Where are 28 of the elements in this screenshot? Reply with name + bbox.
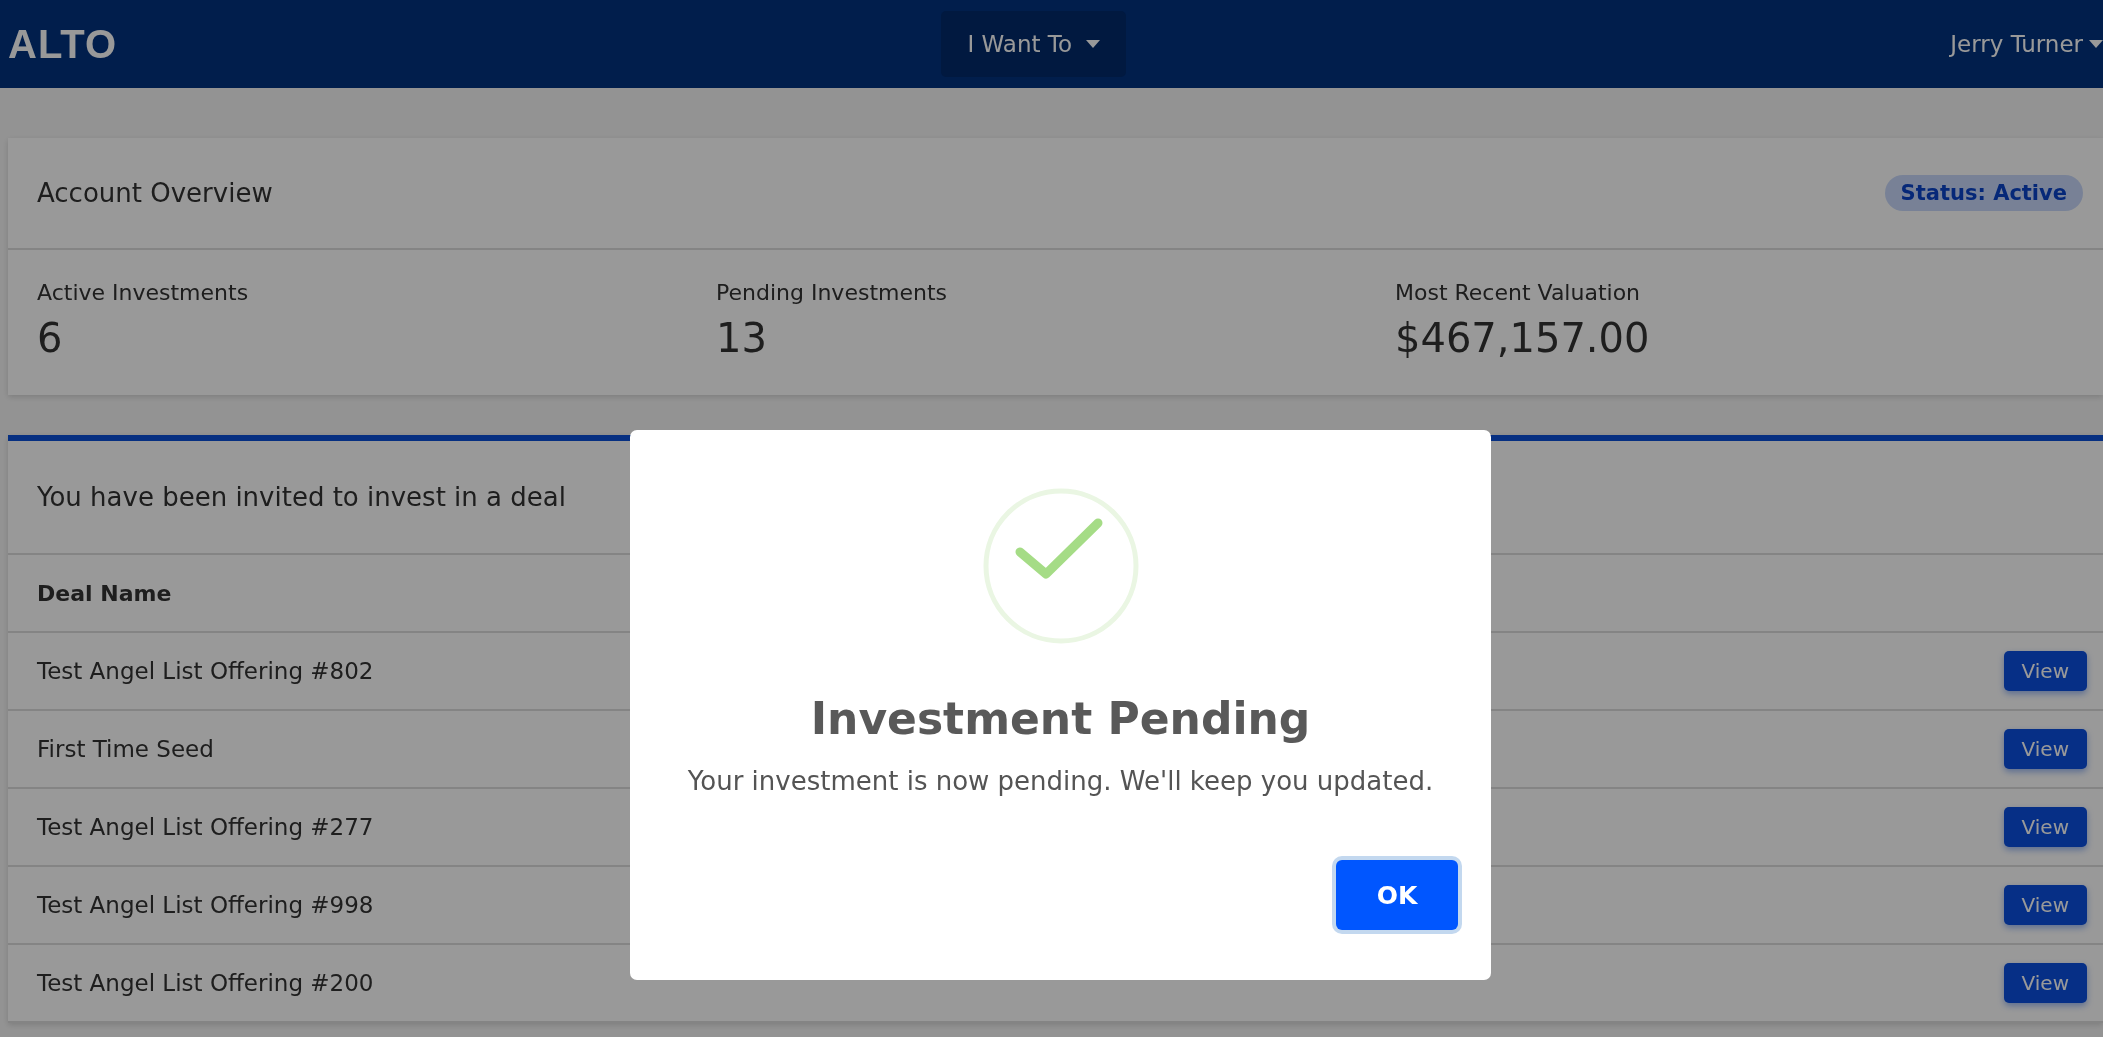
stat-value: $467,157.00 bbox=[1395, 315, 1651, 361]
view-button[interactable]: View bbox=[2003, 963, 2087, 1003]
table-cell: Test Angel List Offering #998 bbox=[37, 892, 374, 918]
stat-label: Active Investments bbox=[37, 280, 250, 305]
column-header: Deal Name bbox=[37, 580, 172, 606]
success-check-icon bbox=[981, 487, 1140, 645]
caret-icon bbox=[1086, 40, 1100, 48]
view-button[interactable]: View bbox=[2003, 651, 2087, 691]
stat-value: 6 bbox=[37, 315, 64, 361]
table-cell: Test Angel List Offering #200 bbox=[37, 970, 374, 996]
table-cell: Test Angel List Offering #277 bbox=[37, 814, 374, 840]
card-title: Account Overview bbox=[37, 178, 273, 208]
table-cell: First Time Seed bbox=[37, 736, 214, 762]
app-logo[interactable]: ALTO bbox=[8, 21, 118, 67]
user-menu[interactable]: Jerry Turner bbox=[1950, 31, 2103, 57]
stat-value: 13 bbox=[716, 315, 768, 361]
status-badge: Status: Active bbox=[1884, 175, 2083, 211]
view-button[interactable]: View bbox=[2003, 729, 2087, 769]
dialog-message: Your investment is now pending. We'll keep you updated. bbox=[687, 766, 1434, 796]
table-cell: Test Angel List Offering #802 bbox=[37, 658, 374, 684]
caret-icon bbox=[2089, 40, 2103, 48]
card-title: You have been invited to invest in a deal bbox=[37, 482, 566, 512]
view-button[interactable]: View bbox=[2003, 807, 2087, 847]
i-want-to-dropdown[interactable]: I Want To bbox=[941, 11, 1126, 77]
stat-label: Most Recent Valuation bbox=[1395, 280, 1642, 305]
dialog-title: Investment Pending bbox=[810, 693, 1311, 744]
view-button[interactable]: View bbox=[2003, 885, 2087, 925]
stat-label: Pending Investments bbox=[716, 280, 948, 305]
